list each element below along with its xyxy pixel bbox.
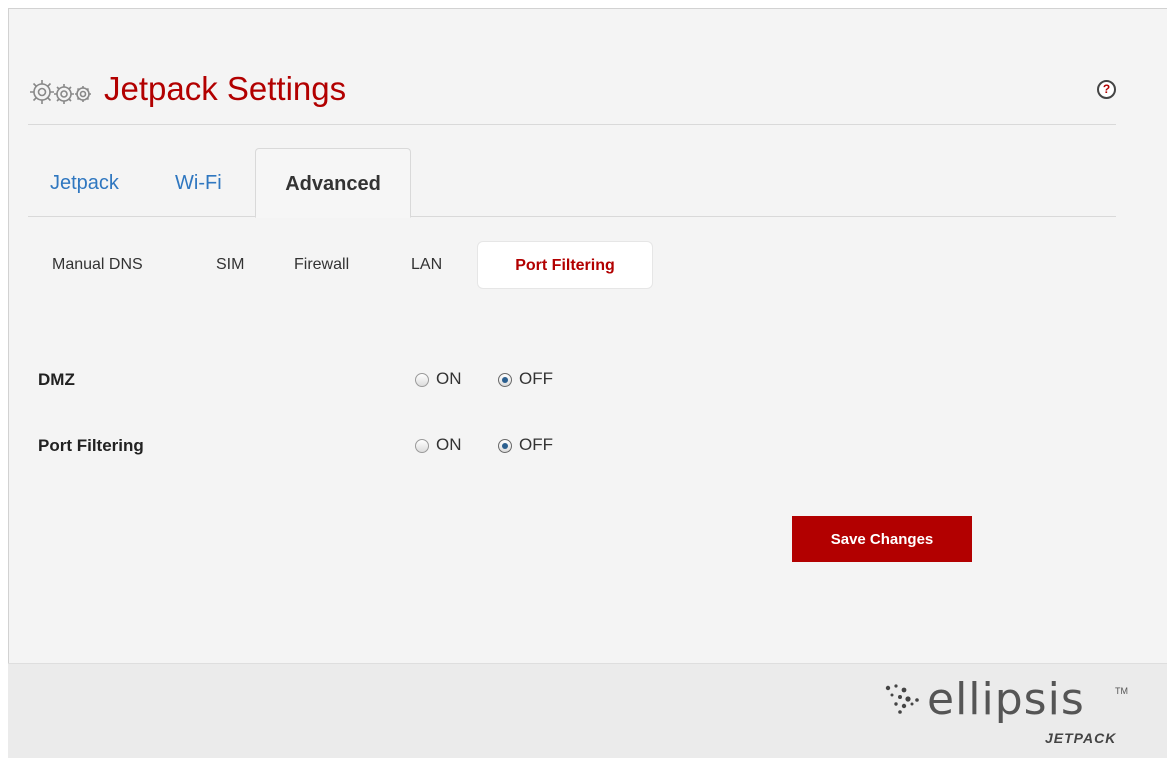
dmz-on-label: ON bbox=[436, 369, 462, 388]
dmz-setting-row: DMZ ON OFF bbox=[38, 368, 738, 392]
page-header: Jetpack Settings ? bbox=[28, 70, 1116, 125]
tab-jetpack[interactable]: Jetpack bbox=[50, 148, 119, 218]
logo-trademark: TM bbox=[1115, 686, 1128, 696]
subtab-port-filtering[interactable]: Port Filtering bbox=[477, 241, 653, 289]
sub-tabs: Manual DNS SIM Firewall LAN Port Filteri… bbox=[28, 241, 1116, 291]
tab-wifi[interactable]: Wi-Fi bbox=[175, 148, 222, 218]
port-filtering-label: Port Filtering bbox=[38, 436, 144, 455]
dmz-off-radio[interactable] bbox=[498, 373, 512, 387]
tab-advanced[interactable]: Advanced bbox=[255, 148, 411, 218]
port-filtering-on-label: ON bbox=[436, 435, 462, 454]
logo-wordmark: ellipsis bbox=[927, 674, 1085, 725]
port-filtering-setting-row: Port Filtering ON OFF bbox=[38, 434, 738, 458]
dmz-off-label: OFF bbox=[519, 369, 553, 388]
port-filtering-off-label: OFF bbox=[519, 435, 553, 454]
page-title: Jetpack Settings bbox=[104, 70, 347, 107]
ellipsis-logo: ellipsis TM JETPACK bbox=[877, 672, 1137, 756]
main-tabs: Jetpack Wi-Fi Advanced bbox=[28, 148, 1116, 218]
port-filtering-off-radio[interactable] bbox=[498, 439, 512, 453]
footer: ellipsis TM JETPACK bbox=[8, 663, 1167, 758]
port-filtering-on-radio[interactable] bbox=[415, 439, 429, 453]
gears-icon bbox=[30, 80, 91, 104]
save-changes-button[interactable]: Save Changes bbox=[792, 516, 972, 562]
subtab-sim[interactable]: SIM bbox=[216, 241, 244, 289]
logo-subtitle: JETPACK bbox=[1045, 730, 1117, 746]
ellipsis-dots-icon bbox=[885, 684, 919, 714]
help-icon[interactable]: ? bbox=[1097, 80, 1116, 99]
dmz-label: DMZ bbox=[38, 370, 75, 389]
subtab-firewall[interactable]: Firewall bbox=[294, 241, 349, 289]
subtab-lan[interactable]: LAN bbox=[411, 241, 442, 289]
subtab-manual-dns[interactable]: Manual DNS bbox=[52, 241, 143, 289]
dmz-on-radio[interactable] bbox=[415, 373, 429, 387]
